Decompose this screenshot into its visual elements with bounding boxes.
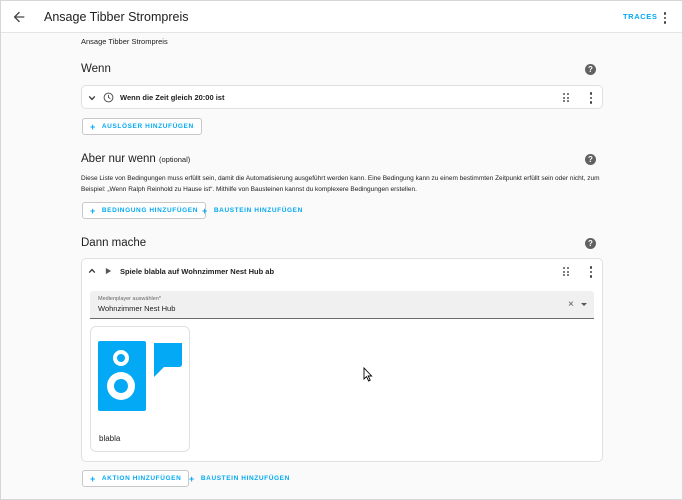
- speaker-message-icon: [98, 341, 182, 411]
- chevron-up-icon[interactable]: [88, 267, 96, 275]
- media-player-select-value: Wohnzimmer Nest Hub: [98, 304, 176, 313]
- add-action-button[interactable]: + AKTION HINZUFÜGEN: [82, 470, 190, 487]
- chevron-down-icon[interactable]: [88, 94, 96, 102]
- trigger-menu-icon[interactable]: [586, 91, 596, 105]
- conditions-title-text: Aber nur wenn: [81, 153, 156, 165]
- overflow-menu-icon[interactable]: [660, 11, 670, 25]
- clear-icon[interactable]: ×: [568, 299, 574, 310]
- plus-icon: +: [90, 205, 96, 216]
- conditions-help-icon[interactable]: ?: [585, 154, 596, 165]
- conditions-description: Diese Liste von Bedingungen muss erfüllt…: [81, 175, 600, 193]
- mouse-cursor-icon: [363, 367, 373, 382]
- add-action-label: AKTION HINZUFÜGEN: [101, 475, 182, 482]
- drag-handle-icon[interactable]: [563, 93, 570, 102]
- actions-help-icon[interactable]: ?: [585, 238, 596, 249]
- action-menu-icon[interactable]: [586, 265, 596, 279]
- action-label: Spiele blabla auf Wohnzimmer Nest Hub ab: [120, 267, 275, 276]
- traces-button[interactable]: TRACES: [623, 12, 657, 21]
- add-condition-block-label: BAUSTEIN HINZUFÜGEN: [213, 207, 303, 214]
- media-player-select[interactable]: Medienplayer auswählen* Wohnzimmer Nest …: [90, 291, 594, 319]
- plus-icon: +: [202, 205, 208, 216]
- dropdown-arrow-icon[interactable]: [581, 303, 587, 306]
- plus-icon: +: [90, 473, 96, 484]
- trigger-label: Wenn die Zeit gleich 20:00 ist: [120, 93, 225, 102]
- drag-handle-icon[interactable]: [563, 267, 570, 276]
- page-title: Ansage Tibber Strompreis: [44, 10, 189, 24]
- actions-title: Dann mache: [81, 237, 147, 249]
- triggers-title: Wenn: [81, 63, 111, 75]
- add-trigger-label: AUSLÖSER HINZUFÜGEN: [101, 123, 194, 130]
- conditions-title: Aber nur wenn (optional): [81, 153, 190, 165]
- clock-icon: [103, 92, 114, 103]
- triggers-help-icon[interactable]: ?: [585, 64, 596, 75]
- media-item-name: blabla: [99, 434, 121, 443]
- top-bar: Ansage Tibber Strompreis TRACES: [1, 1, 682, 33]
- play-icon: [105, 267, 112, 275]
- conditions-optional: (optional): [159, 155, 191, 164]
- trigger-card[interactable]: Wenn die Zeit gleich 20:00 ist: [81, 85, 603, 109]
- add-action-block-button[interactable]: + BAUSTEIN HINZUFÜGEN: [189, 470, 290, 487]
- automation-name: Ansage Tibber Strompreis: [81, 37, 168, 46]
- back-arrow-icon[interactable]: [11, 9, 27, 25]
- media-item-tile[interactable]: blabla: [90, 326, 190, 452]
- add-trigger-button[interactable]: + AUSLÖSER HINZUFÜGEN: [82, 118, 202, 135]
- add-condition-button[interactable]: + BEDINGUNG HINZUFÜGEN: [82, 202, 206, 219]
- add-condition-label: BEDINGUNG HINZUFÜGEN: [101, 207, 198, 214]
- add-condition-block-button[interactable]: + BAUSTEIN HINZUFÜGEN: [202, 202, 303, 219]
- add-action-block-label: BAUSTEIN HINZUFÜGEN: [200, 475, 290, 482]
- media-player-select-label: Medienplayer auswählen*: [98, 296, 161, 302]
- plus-icon: +: [90, 121, 96, 132]
- plus-icon: +: [189, 473, 195, 484]
